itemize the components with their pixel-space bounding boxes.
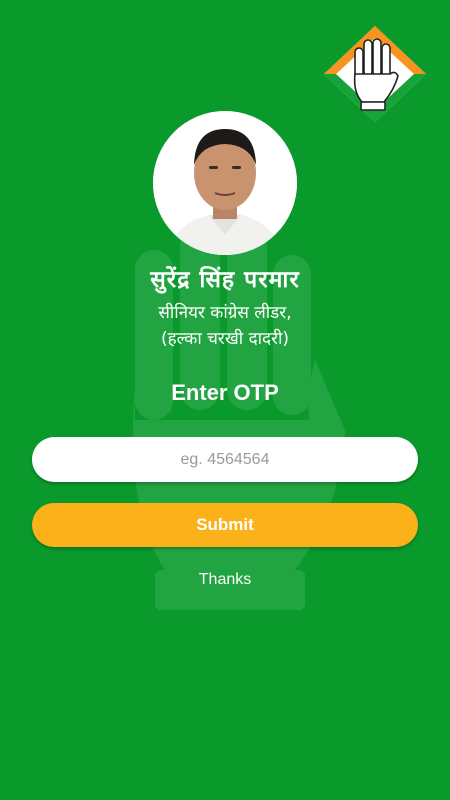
congress-hand-icon <box>324 26 426 122</box>
profile-designation: सीनियर कांग्रेस लीडर, <box>158 303 292 323</box>
profile-name: सुरेंद्र सिंह परमार <box>150 267 300 293</box>
profile-subtitle: सीनियर कांग्रेस लीडर, (हल्का चरखी दादरी) <box>0 300 450 352</box>
profile-photo <box>153 111 297 255</box>
submit-button[interactable]: Submit <box>32 503 418 547</box>
avatar <box>153 111 297 255</box>
otp-heading: Enter OTP <box>171 380 279 405</box>
profile-constituency: (हल्का चरखी दादरी) <box>160 329 290 349</box>
thanks-text: Thanks <box>198 571 252 588</box>
otp-input[interactable] <box>32 437 418 482</box>
